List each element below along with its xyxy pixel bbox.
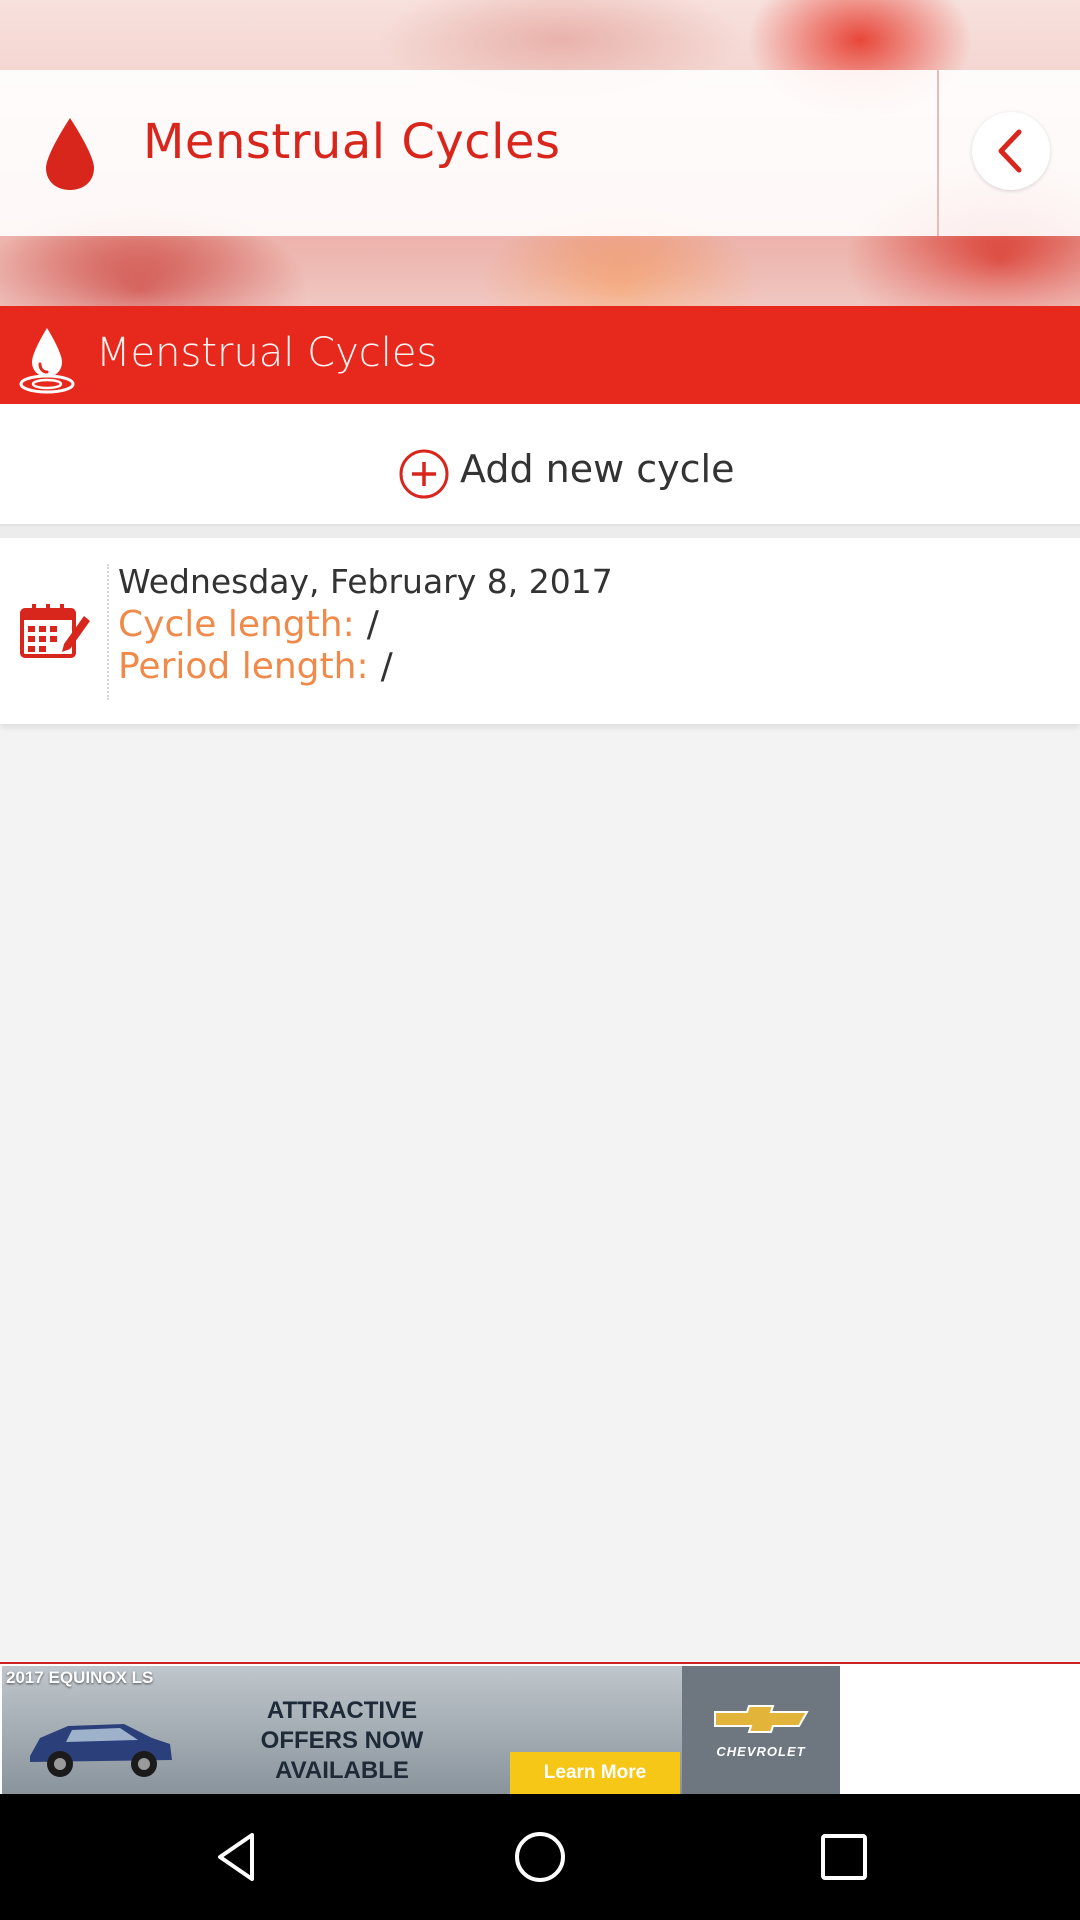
ad-brand-name: CHEVROLET	[716, 1743, 806, 1759]
item-divider	[107, 564, 109, 700]
car-image-icon	[30, 1724, 172, 1777]
home-circle-icon[interactable]	[510, 1827, 570, 1887]
cycle-list-item[interactable]: Wednesday, February 8, 2017 Cycle length…	[0, 538, 1080, 724]
plus-circle-icon	[399, 449, 449, 499]
calendar-edit-icon	[20, 604, 90, 658]
header-shine	[0, 240, 1080, 306]
period-length-label: Period length:	[118, 646, 369, 687]
section-header: Menstrual Cycles	[0, 306, 1080, 404]
ad-banner[interactable]: 2017 EQUINOX LS ATTRACTIVE OFFERS NOW AV…	[0, 1662, 1080, 1794]
cycle-length-label: Cycle length:	[118, 604, 355, 645]
system-nav-bar	[0, 1794, 1080, 1920]
cycle-length-row: Cycle length: /	[118, 604, 379, 645]
section-title: Menstrual Cycles	[96, 330, 438, 376]
ad-headline: ATTRACTIVE OFFERS NOW AVAILABLE	[260, 1697, 424, 1784]
app-title: Menstrual Cycles	[143, 114, 561, 170]
cycle-date: Wednesday, February 8, 2017	[118, 562, 613, 601]
back-triangle-icon[interactable]	[206, 1827, 266, 1887]
period-length-row: Period length: /	[118, 646, 393, 687]
back-button[interactable]	[972, 112, 1050, 190]
ad-learn-more-button[interactable]: Learn More	[510, 1752, 680, 1794]
period-length-value: /	[380, 646, 393, 687]
chevrolet-logo-icon	[714, 1704, 809, 1733]
cycle-length-value: /	[366, 604, 379, 645]
add-new-cycle-button[interactable]: Add new cycle	[0, 404, 1080, 526]
ad-model: 2017 EQUINOX LS	[6, 1668, 154, 1687]
add-new-cycle-label: Add new cycle	[460, 447, 735, 491]
app-bar: Menstrual Cycles	[0, 70, 1080, 236]
drop-icon	[46, 118, 94, 190]
recents-square-icon[interactable]	[814, 1827, 874, 1887]
list-separator	[0, 526, 1080, 538]
chevron-left-icon	[998, 129, 1022, 173]
app-bar-divider	[937, 70, 939, 236]
water-drop-icon	[19, 328, 75, 394]
ad-image[interactable]: 2017 EQUINOX LS ATTRACTIVE OFFERS NOW AV…	[2, 1666, 840, 1794]
ad-brand-panel: CHEVROLET	[682, 1666, 840, 1794]
